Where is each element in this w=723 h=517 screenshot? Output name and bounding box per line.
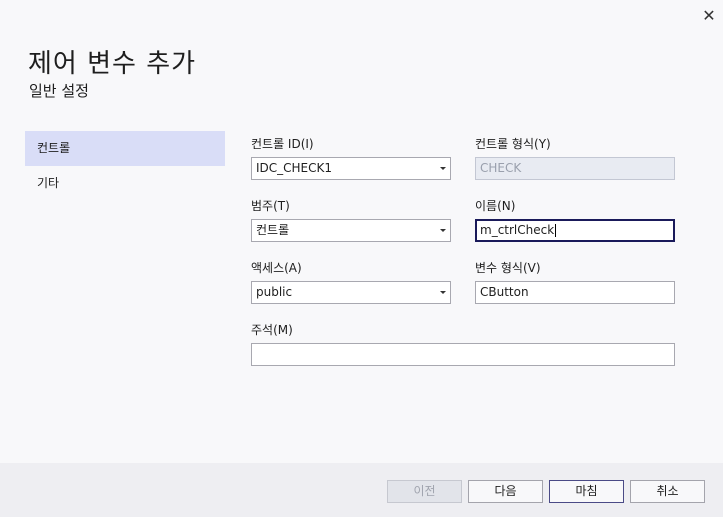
prev-button[interactable]: 이전	[387, 480, 462, 503]
dialog-title: 제어 변수 추가	[28, 49, 197, 79]
category-combo[interactable]: 컨트롤	[251, 219, 451, 242]
control-id-value: IDC_CHECK1	[256, 161, 333, 175]
control-id-label: 컨트롤 ID(I)	[251, 137, 314, 151]
var-type-input[interactable]: CButton	[475, 281, 675, 304]
nav-item-control[interactable]: 컨트롤	[25, 131, 225, 166]
access-combo[interactable]: public	[251, 281, 451, 304]
comment-label: 주석(M)	[251, 323, 293, 337]
name-label: 이름(N)	[475, 199, 516, 213]
control-id-combo[interactable]: IDC_CHECK1	[251, 157, 451, 180]
name-value: m_ctrlCheck	[480, 223, 555, 237]
control-type-field: CHECK	[475, 157, 675, 180]
cancel-button[interactable]: 취소	[630, 480, 705, 503]
next-button[interactable]: 다음	[468, 480, 543, 503]
sidebar-nav: 컨트롤 기타	[25, 131, 225, 201]
category-label: 범주(T)	[251, 199, 290, 213]
name-input[interactable]: m_ctrlCheck	[475, 219, 675, 242]
category-value: 컨트롤	[256, 223, 290, 237]
var-type-label: 변수 형식(V)	[475, 261, 541, 275]
control-type-label: 컨트롤 형식(Y)	[475, 137, 551, 151]
dialog-subtitle: 일반 설정	[29, 82, 89, 100]
chevron-down-icon	[439, 158, 447, 179]
access-value: public	[256, 285, 293, 299]
text-caret	[555, 224, 557, 237]
access-label: 액세스(A)	[251, 261, 302, 275]
chevron-down-icon	[439, 220, 447, 241]
nav-item-other[interactable]: 기타	[25, 166, 225, 201]
add-control-variable-dialog: ✕ 제어 변수 추가 일반 설정 컨트롤 기타 컨트롤 ID(I) IDC_CH…	[0, 0, 723, 517]
comment-input[interactable]	[251, 343, 675, 366]
finish-button[interactable]: 마침	[549, 480, 624, 503]
close-icon: ✕	[702, 5, 716, 25]
close-button[interactable]: ✕	[699, 5, 719, 25]
chevron-down-icon	[439, 282, 447, 303]
